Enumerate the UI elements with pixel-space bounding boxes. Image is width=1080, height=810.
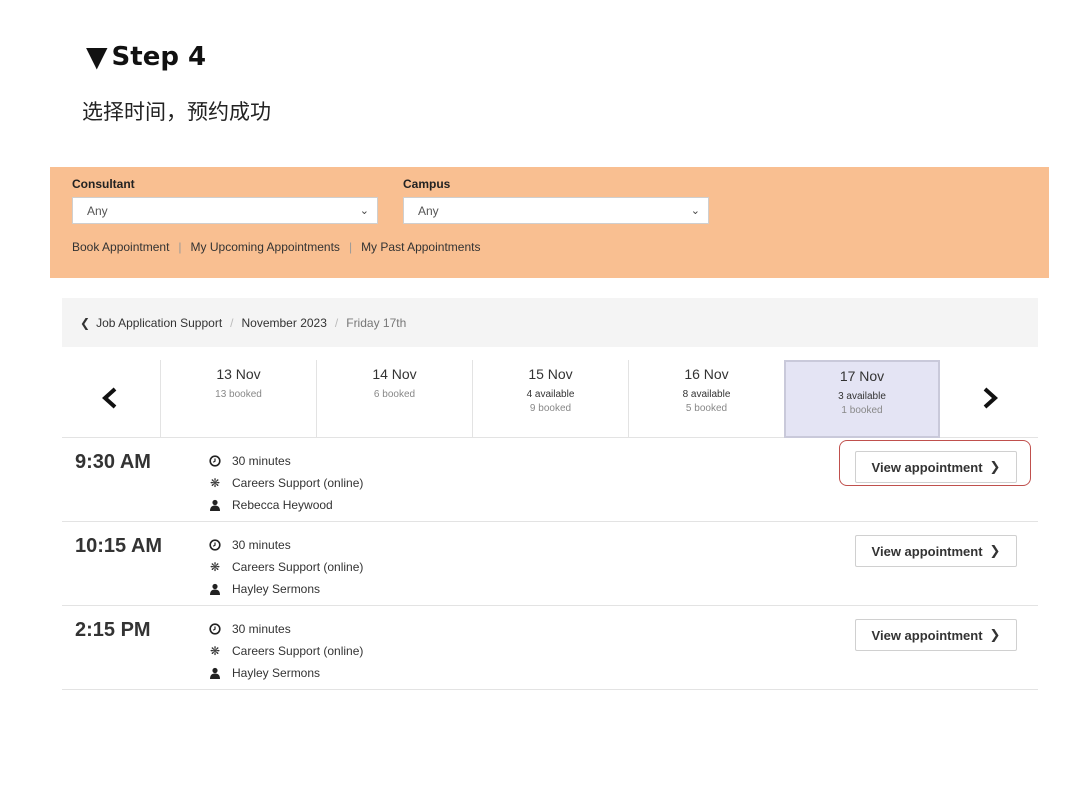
day-available: 8 available — [682, 389, 731, 400]
view-appointment-button[interactable]: View appointment ❯ — [855, 535, 1017, 567]
campus-select-value: Any — [418, 203, 439, 218]
highlight-annotation — [839, 440, 1031, 486]
day-selector: 13 Nov 13 booked 14 Nov 6 booked 15 Nov … — [62, 360, 1038, 438]
clock-icon — [208, 454, 222, 468]
slot-duration: 30 minutes — [232, 538, 291, 552]
clock-icon — [208, 622, 222, 636]
day-booked: 1 booked — [841, 405, 883, 416]
step-subtitle: 选择时间，预约成功 — [82, 100, 271, 124]
filter-panel: Consultant Any ⌄ Campus Any ⌄ Book Appoi… — [50, 167, 1049, 278]
breadcrumb-current: Friday 17th — [346, 315, 407, 330]
slot-details: 30 minutes ❋ Careers Support (online) Reb… — [208, 450, 363, 516]
chevron-right-icon — [983, 387, 998, 409]
appointment-nav: Book Appointment | My Upcoming Appointme… — [72, 240, 480, 254]
day-cell-selected[interactable]: 17 Nov 3 available 1 booked — [784, 360, 940, 438]
view-appointment-label: View appointment — [871, 627, 983, 643]
user-icon — [208, 582, 222, 596]
day-available: 4 available — [526, 389, 575, 400]
breadcrumb-service[interactable]: Job Application Support — [96, 316, 222, 330]
chevron-left-icon[interactable]: ❮ — [80, 316, 90, 330]
day-date: 17 Nov — [839, 368, 885, 384]
book-appointment-link[interactable]: Book Appointment — [72, 240, 169, 254]
triangle-marker-icon: ▼ — [86, 40, 108, 73]
breadcrumb-month[interactable]: November 2023 — [242, 316, 327, 330]
upcoming-appointments-link[interactable]: My Upcoming Appointments — [191, 240, 340, 254]
appointment-slot: 2:15 PM 30 minutes ❋ Careers Support (onl… — [62, 606, 1038, 690]
consultant-label: Consultant — [72, 177, 135, 191]
day-booked: 6 booked — [373, 389, 416, 400]
slot-consultant: Hayley Sermons — [232, 666, 321, 680]
step-title: Step 4 — [111, 42, 207, 72]
slot-consultant: Rebecca Heywood — [232, 498, 333, 512]
step-heading: ▼ Step 4 — [86, 42, 206, 72]
day-available: 3 available — [838, 391, 886, 402]
breadcrumb-separator: / — [230, 315, 234, 330]
asterisk-icon: ❋ — [209, 476, 221, 490]
day-booked: 9 booked — [529, 403, 572, 414]
day-date: 13 Nov — [216, 366, 261, 382]
day-cell[interactable]: 16 Nov 8 available 5 booked — [628, 360, 784, 438]
day-cell[interactable]: 13 Nov 13 booked — [160, 360, 316, 438]
nav-separator: | — [178, 240, 182, 254]
day-booked: 13 booked — [215, 389, 262, 400]
chevron-right-icon: ❯ — [989, 543, 1001, 558]
past-appointments-link[interactable]: My Past Appointments — [361, 240, 480, 254]
day-date: 15 Nov — [528, 366, 573, 382]
clock-icon — [208, 538, 222, 552]
day-cell[interactable]: 15 Nov 4 available 9 booked — [472, 360, 628, 438]
consultant-select[interactable]: Any ⌄ — [72, 197, 378, 224]
slot-time: 9:30 AM — [75, 451, 151, 473]
chevron-down-icon: ⌄ — [359, 205, 369, 217]
slot-time: 2:15 PM — [75, 619, 151, 641]
chevron-left-icon — [102, 387, 117, 409]
slot-duration: 30 minutes — [232, 454, 291, 468]
chevron-right-icon: ❯ — [989, 627, 1001, 642]
campus-select[interactable]: Any ⌄ — [403, 197, 709, 224]
slot-details: 30 minutes ❋ Careers Support (online) Hay… — [208, 618, 363, 684]
campus-label: Campus — [403, 177, 451, 191]
asterisk-icon: ❋ — [209, 644, 221, 658]
user-icon — [208, 498, 222, 512]
next-days-button[interactable] — [970, 378, 1010, 418]
slot-service: Careers Support (online) — [232, 560, 364, 574]
slot-consultant: Hayley Sermons — [232, 582, 321, 596]
view-appointment-button[interactable]: View appointment ❯ — [855, 619, 1017, 651]
asterisk-icon: ❋ — [209, 560, 221, 574]
slot-time: 10:15 AM — [75, 535, 163, 557]
slot-duration: 30 minutes — [232, 622, 291, 636]
consultant-select-value: Any — [87, 203, 108, 218]
consultant-filter: Consultant Any ⌄ — [72, 177, 378, 224]
appointment-slot: 10:15 AM 30 minutes ❋ Careers Support (on… — [62, 522, 1038, 606]
previous-days-button[interactable] — [90, 378, 130, 418]
slot-details: 30 minutes ❋ Careers Support (online) Hay… — [208, 534, 363, 600]
day-booked: 5 booked — [685, 403, 728, 414]
day-date: 16 Nov — [684, 366, 729, 382]
campus-filter: Campus Any ⌄ — [403, 177, 709, 224]
day-date: 14 Nov — [372, 366, 417, 382]
breadcrumb: ❮ Job Application Support / November 202… — [62, 298, 1038, 347]
view-appointment-label: View appointment — [871, 543, 983, 559]
slot-service: Careers Support (online) — [232, 476, 364, 490]
slot-service: Careers Support (online) — [232, 644, 364, 658]
user-icon — [208, 666, 222, 680]
chevron-down-icon: ⌄ — [690, 205, 700, 217]
breadcrumb-separator: / — [334, 315, 339, 330]
nav-separator: | — [348, 240, 353, 254]
day-cell[interactable]: 14 Nov 6 booked — [316, 360, 472, 438]
